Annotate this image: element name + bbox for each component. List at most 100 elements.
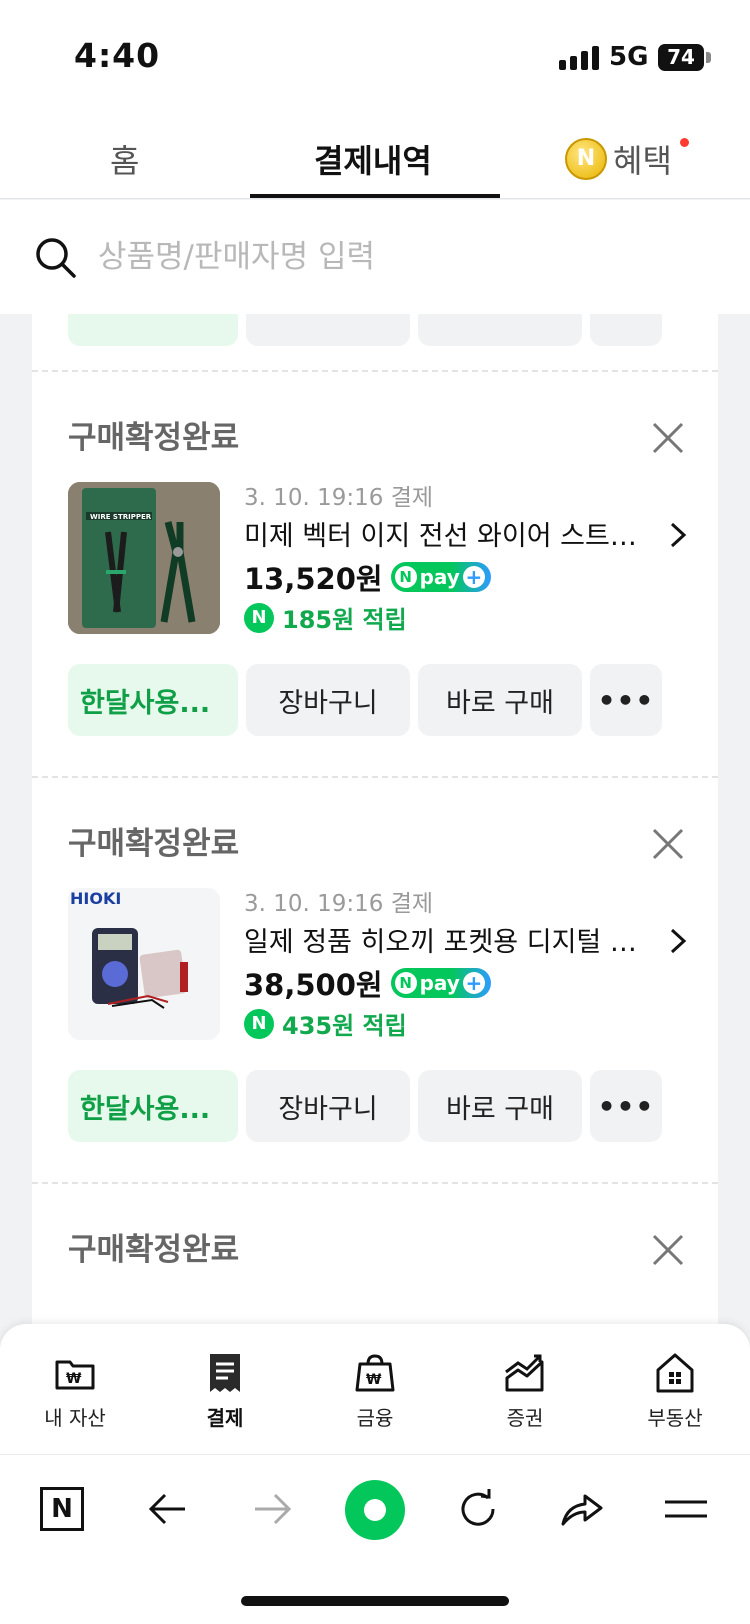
- points-row: N 185원 적립: [244, 600, 407, 635]
- product-thumbnail[interactable]: WIRE STRIPPER: [68, 482, 220, 634]
- status-time: 4:40: [74, 36, 161, 75]
- nav-label: 부동산: [647, 1406, 703, 1430]
- battery-cap: [706, 52, 711, 63]
- refresh-icon: [461, 1489, 495, 1526]
- divider: [32, 1182, 718, 1184]
- receipt-icon: [210, 1354, 240, 1392]
- arrow-right-icon: [255, 1493, 292, 1525]
- naver-coin-icon: N: [565, 138, 607, 180]
- order-list: 구매확정완료 WIRE STRIPPER 3. 10. 19:16 결제 미제 …: [32, 314, 718, 1324]
- prev-buy-button[interactable]: [418, 314, 582, 346]
- npay-plus-badge: N pay +: [390, 968, 491, 998]
- buy-now-button[interactable]: 바로 구매: [418, 1070, 582, 1142]
- chevron-right-icon[interactable]: [668, 520, 688, 550]
- tab-benefits[interactable]: N 혜택: [565, 136, 672, 182]
- menu-button[interactable]: [656, 1479, 716, 1539]
- notification-dot: [680, 138, 689, 147]
- product-thumbnail[interactable]: HIOKI: [68, 888, 220, 1040]
- house-icon: [656, 1353, 694, 1393]
- bottom-nav: ₩ 내 자산 결제 ₩ 금융 증권 부동산: [0, 1324, 750, 1454]
- signal-icon: [559, 46, 599, 70]
- points-coin-icon: N: [244, 602, 274, 633]
- back-button[interactable]: [138, 1479, 198, 1539]
- multimeter-image: HIOKI: [68, 888, 220, 1040]
- payment-date: 3. 10. 19:16 결제: [244, 891, 434, 917]
- stock-chart-icon: [505, 1354, 544, 1392]
- nav-label: 결제: [206, 1406, 244, 1430]
- npay-n-icon: N: [394, 566, 417, 588]
- prev-cart-button[interactable]: [246, 314, 410, 346]
- monthly-use-button[interactable]: 한달사용...: [68, 1070, 238, 1142]
- chevron-right-icon[interactable]: [668, 926, 688, 956]
- tab-home[interactable]: 홈: [110, 136, 139, 182]
- price-row: 38,500원 N pay +: [244, 962, 491, 1004]
- points-row: N 435원 적립: [244, 1006, 407, 1041]
- nav-my-assets[interactable]: ₩ 내 자산: [20, 1350, 130, 1431]
- thumb-label: WIRE STRIPPER: [90, 513, 152, 521]
- add-to-cart-button[interactable]: 장바구니: [246, 664, 410, 736]
- product-title[interactable]: 일제 정품 히오끼 포켓용 디지털 멀...: [244, 920, 654, 959]
- product-title[interactable]: 미제 벡터 이지 전선 와이어 스트리...: [244, 514, 654, 553]
- npay-label: pay: [419, 565, 460, 589]
- nav-label: 금융: [356, 1406, 394, 1430]
- payment-date: 3. 10. 19:16 결제: [244, 485, 434, 511]
- prev-monthly-button[interactable]: [68, 314, 238, 346]
- order-status: 구매확정완료: [68, 420, 240, 456]
- network-type: 5G: [609, 42, 649, 72]
- refresh-button[interactable]: [448, 1479, 508, 1539]
- buy-now-button[interactable]: 바로 구매: [418, 664, 582, 736]
- finance-bag-icon: ₩: [355, 1354, 395, 1392]
- wallet-folder-icon: ₩: [55, 1360, 95, 1390]
- close-icon[interactable]: [650, 826, 686, 862]
- share-button[interactable]: [552, 1479, 612, 1539]
- price: 13,520원: [244, 562, 383, 596]
- active-tab-indicator: [250, 194, 500, 198]
- green-dot-button[interactable]: [344, 1479, 406, 1541]
- nav-finance[interactable]: ₩ 금융: [320, 1350, 430, 1431]
- order-card: 구매확정완료 WIRE STRIPPER 3. 10. 19:16 결제 미제 …: [32, 374, 718, 774]
- share-icon: [561, 1494, 603, 1526]
- order-actions: 한달사용... 장바구니 바로 구매 •••: [68, 1070, 662, 1142]
- plus-icon: +: [462, 566, 485, 588]
- add-to-cart-button[interactable]: 장바구니: [246, 1070, 410, 1142]
- order-status: 구매확정완료: [68, 1232, 240, 1268]
- svg-text:₩: ₩: [66, 1371, 82, 1387]
- battery-icon: 74: [658, 44, 704, 71]
- thumb-brand: HIOKI: [70, 889, 121, 908]
- divider: [32, 370, 718, 372]
- points-earned: 435원 적립: [282, 1012, 407, 1040]
- arrow-left-icon: [148, 1493, 185, 1525]
- points-coin-icon: N: [244, 1008, 274, 1039]
- previous-order-buttons: [68, 314, 662, 346]
- naver-home-button[interactable]: N: [32, 1479, 92, 1539]
- more-button[interactable]: •••: [590, 1070, 662, 1142]
- order-actions: 한달사용... 장바구니 바로 구매 •••: [68, 664, 662, 736]
- npay-n-icon: N: [394, 972, 417, 994]
- nav-real-estate[interactable]: 부동산: [620, 1350, 730, 1431]
- tab-payments[interactable]: 결제내역: [314, 136, 432, 182]
- hamburger-menu-icon: [665, 1500, 707, 1518]
- search-bar: [0, 200, 750, 314]
- npay-label: pay: [419, 971, 460, 995]
- plus-icon: +: [462, 972, 485, 994]
- order-card: 구매확정완료 HIOKI 3. 10. 19:16 결제 일제 정품 히오끼 포…: [32, 780, 718, 1180]
- nav-stocks[interactable]: 증권: [470, 1350, 580, 1431]
- close-icon[interactable]: [650, 420, 686, 456]
- top-tabs: 홈 결제내역 N 혜택: [0, 118, 750, 199]
- tab-benefits-label: 혜택: [613, 142, 672, 180]
- search-input[interactable]: [98, 232, 698, 282]
- prev-more-button[interactable]: [590, 314, 662, 346]
- nav-label: 증권: [506, 1406, 544, 1430]
- svg-text:₩: ₩: [366, 1372, 382, 1388]
- forward-button[interactable]: [242, 1479, 302, 1539]
- search-icon[interactable]: [34, 236, 76, 278]
- close-icon[interactable]: [650, 1232, 686, 1268]
- wire-stripper-image: WIRE STRIPPER: [68, 482, 220, 634]
- more-button[interactable]: •••: [590, 664, 662, 736]
- order-status: 구매확정완료: [68, 826, 240, 862]
- nav-payments[interactable]: 결제: [170, 1350, 280, 1431]
- monthly-use-button[interactable]: 한달사용...: [68, 664, 238, 736]
- price-row: 13,520원 N pay +: [244, 556, 491, 598]
- points-earned: 185원 적립: [282, 606, 407, 634]
- home-indicator: [241, 1596, 509, 1606]
